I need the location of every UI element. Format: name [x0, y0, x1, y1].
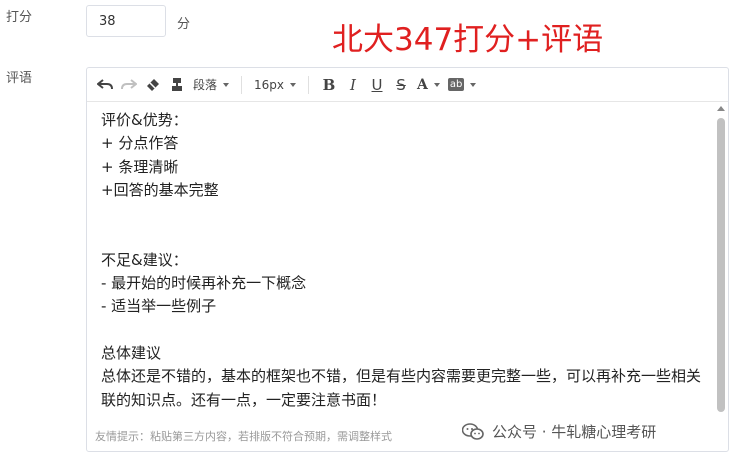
- editor-line: 不足&建议：: [101, 250, 188, 269]
- font-color-icon: A: [417, 76, 428, 93]
- chevron-down-icon: [223, 82, 230, 87]
- editor-content[interactable]: 评价&优势： + 分点作答 + 条理清晰 +回答的基本完整 不足&建议： - 最开始的时候…: [101, 109, 701, 412]
- scroll-up-arrow-icon[interactable]: [717, 106, 725, 111]
- editor-line: + 分点作答: [101, 134, 179, 153]
- editor-toolbar: 段落 16px B I U S A ab: [87, 68, 728, 102]
- strikethrough-button[interactable]: S: [389, 72, 413, 98]
- toolbar-divider: [308, 75, 310, 94]
- underline-button[interactable]: U: [365, 72, 389, 98]
- score-label: 打分: [6, 10, 33, 25]
- undo-icon[interactable]: [93, 72, 117, 98]
- editor-line: 总体建议: [101, 343, 162, 362]
- eraser-icon[interactable]: [141, 72, 165, 98]
- format-painter-icon[interactable]: [165, 72, 189, 98]
- italic-button[interactable]: I: [341, 72, 365, 98]
- paragraph-select-label: 段落: [193, 78, 218, 92]
- bold-button[interactable]: B: [317, 72, 341, 98]
- score-unit: 分: [177, 17, 191, 32]
- background-color-icon: ab: [447, 78, 465, 91]
- chevron-down-icon: [290, 82, 297, 87]
- scrollbar[interactable]: [716, 104, 726, 414]
- score-input[interactable]: [86, 5, 166, 37]
- rich-text-editor[interactable]: 段落 16px B I U S A ab 评价&优势： + 分点作答 + 条理清晰 +…: [86, 67, 729, 452]
- chevron-down-icon: [470, 82, 477, 87]
- editor-line: +回答的基本完整: [101, 180, 219, 199]
- watermark: 公众号 · 牛轧糖心理考研: [461, 421, 657, 442]
- font-color-button[interactable]: A: [413, 72, 444, 98]
- paragraph-select[interactable]: 段落: [189, 72, 233, 98]
- paste-hint: 友情提示：粘贴第三方内容，若排版不符合预期，需调整样式: [95, 430, 392, 443]
- editor-line: + 条理清晰: [101, 157, 179, 176]
- overlay-title: 北大347打分+评语: [332, 22, 604, 58]
- font-size-select-label: 16px: [254, 77, 285, 92]
- comment-label: 评语: [6, 71, 33, 86]
- chevron-down-icon: [433, 82, 440, 87]
- editor-line: - 最开始的时候再补充一下概念: [101, 274, 307, 293]
- wechat-icon: [461, 422, 484, 441]
- scrollbar-thumb[interactable]: [717, 118, 725, 412]
- redo-icon[interactable]: [117, 72, 141, 98]
- editor-line: 总体还是不错的，基本的框架也不错，但是有些内容需要更完整一些，可以再补充一些相关…: [101, 367, 702, 409]
- editor-line: - 适当举一些例子: [101, 297, 217, 316]
- watermark-text: 公众号 · 牛轧糖心理考研: [492, 423, 657, 441]
- background-color-button[interactable]: ab: [444, 72, 480, 98]
- toolbar-divider: [241, 75, 243, 94]
- editor-line: 评价&优势：: [101, 111, 188, 129]
- font-size-select[interactable]: 16px: [250, 72, 300, 98]
